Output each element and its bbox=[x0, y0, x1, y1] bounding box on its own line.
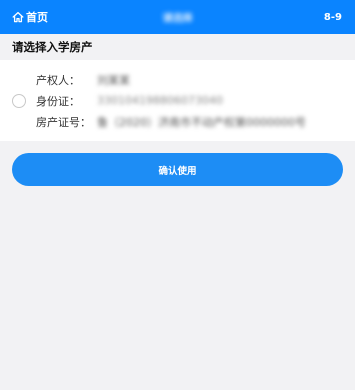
home-icon bbox=[12, 11, 24, 23]
cert-value: 鲁（2020）济南市不动产权第0000000号 bbox=[97, 115, 306, 129]
id-value: 330104198806073040 bbox=[97, 94, 223, 107]
property-option-card[interactable]: 产权人： 刘某某 身份证： 330104198806073040 房产证号： 鲁… bbox=[0, 60, 355, 141]
owner-row: 产权人： 刘某某 bbox=[36, 72, 306, 87]
owner-label: 产权人： bbox=[36, 73, 80, 87]
confirm-use-button[interactable]: 确认使用 bbox=[12, 153, 343, 186]
id-row: 身份证： 330104198806073040 bbox=[36, 93, 306, 108]
owner-value: 刘某某 bbox=[97, 73, 130, 87]
home-button[interactable]: 首页 bbox=[12, 9, 48, 25]
button-container: 确认使用 bbox=[0, 141, 355, 186]
section-title: 请选择入学房产 bbox=[12, 40, 93, 54]
property-radio[interactable] bbox=[12, 93, 26, 108]
cert-row: 房产证号： 鲁（2020）济南市不动产权第0000000号 bbox=[36, 114, 306, 129]
header-right-text: 8-9 bbox=[323, 11, 342, 23]
property-details: 产权人： 刘某某 身份证： 330104198806073040 房产证号： 鲁… bbox=[36, 72, 306, 129]
page-title: 请选择 bbox=[162, 13, 193, 25]
home-label: 首页 bbox=[26, 11, 48, 24]
top-navigation-bar: 首页 请选择 8-9 bbox=[0, 0, 355, 34]
id-label: 身份证： bbox=[36, 94, 80, 108]
cert-label: 房产证号： bbox=[36, 115, 91, 129]
